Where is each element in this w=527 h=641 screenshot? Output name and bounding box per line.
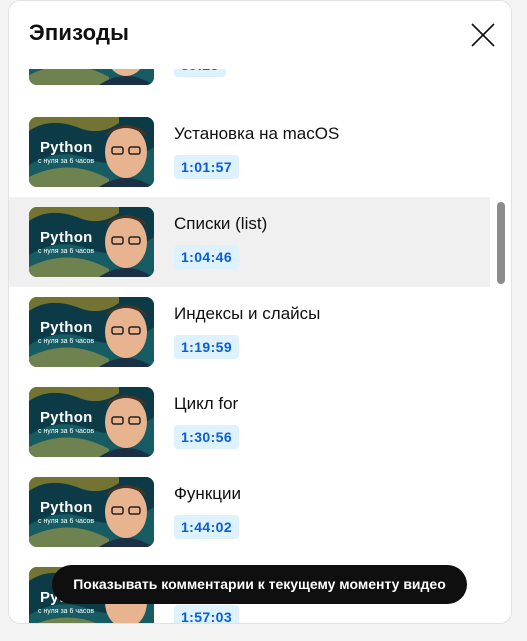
thumbnail-title: Python [40, 139, 93, 156]
thumbnail-title: Python [40, 229, 93, 246]
thumbnail-subtitle: с нуля за 6 часов [38, 518, 95, 525]
thumbnail-subtitle: с нуля за 6 часов [38, 158, 95, 165]
close-icon [471, 23, 495, 47]
episode-thumbnail: Python с нуля за 6 часов [29, 69, 154, 85]
thumbnail-subtitle: с нуля за 6 часов [38, 338, 95, 345]
episode-title: Функции [174, 484, 241, 503]
timestamp-badge[interactable]: 1:30:56 [174, 425, 240, 449]
episode-title: Списки (list) [174, 214, 268, 233]
episode-item[interactable]: Python с нуля за 6 часов Функции 1:44:02 [9, 467, 490, 557]
episode-thumbnail: Python с нуля за 6 часов [29, 207, 154, 277]
episode-item[interactable]: Python с нуля за 6 часов Цикл for 1:30:5… [9, 377, 490, 467]
close-button[interactable] [469, 21, 497, 49]
thumbnail-title: Python [40, 499, 93, 516]
timestamp-badge[interactable]: 1:01:57 [174, 155, 240, 179]
timestamp-badge[interactable]: 59:25 [174, 69, 226, 77]
episode-thumbnail: Python с нуля за 6 часов [29, 387, 154, 457]
episode-item[interactable]: Python с нуля за 6 часов Установка на ma… [9, 107, 490, 197]
episode-thumbnail: Python с нуля за 6 часов [29, 477, 154, 547]
episode-item[interactable]: Python с нуля за 6 часов 59:25 [9, 69, 490, 95]
panel-title: Эпизоды [29, 20, 130, 45]
thumbnail-title: Python [40, 319, 93, 336]
thumbnail-subtitle: с нуля за 6 часов [38, 248, 95, 255]
episode-title: Цикл for [174, 394, 239, 413]
timestamp-badge[interactable]: 1:19:59 [174, 335, 240, 359]
tooltip: Показывать комментарии к текущему момент… [52, 565, 467, 604]
episodes-panel: Эпизоды Python с нуля за 6 часов Установ… [8, 0, 512, 624]
episode-thumbnail: Python с нуля за 6 часов [29, 117, 154, 187]
timestamp-badge[interactable]: 1:57:03 [174, 605, 240, 623]
scrollbar-thumb[interactable] [497, 202, 505, 284]
episode-list: Python с нуля за 6 часов 59:25 [9, 69, 511, 623]
timestamp-badge[interactable]: 1:04:46 [174, 245, 240, 269]
timestamp-badge[interactable]: 1:44:02 [174, 515, 240, 539]
panel-header: Эпизоды [9, 1, 511, 69]
episode-thumbnail: Python с нуля за 6 часов [29, 297, 154, 367]
thumbnail-subtitle: с нуля за 6 часов [38, 428, 95, 435]
thumbnail-title: Python [40, 409, 93, 426]
episode-item-active[interactable]: Python с нуля за 6 часов Списки (list) 1… [9, 197, 490, 287]
thumbnail-subtitle: с нуля за 6 часов [38, 608, 95, 615]
episode-item[interactable]: Python с нуля за 6 часов Индексы и слайс… [9, 287, 490, 377]
episode-title: Индексы и слайсы [174, 304, 321, 323]
episode-title: Установка на macOS [174, 124, 340, 143]
